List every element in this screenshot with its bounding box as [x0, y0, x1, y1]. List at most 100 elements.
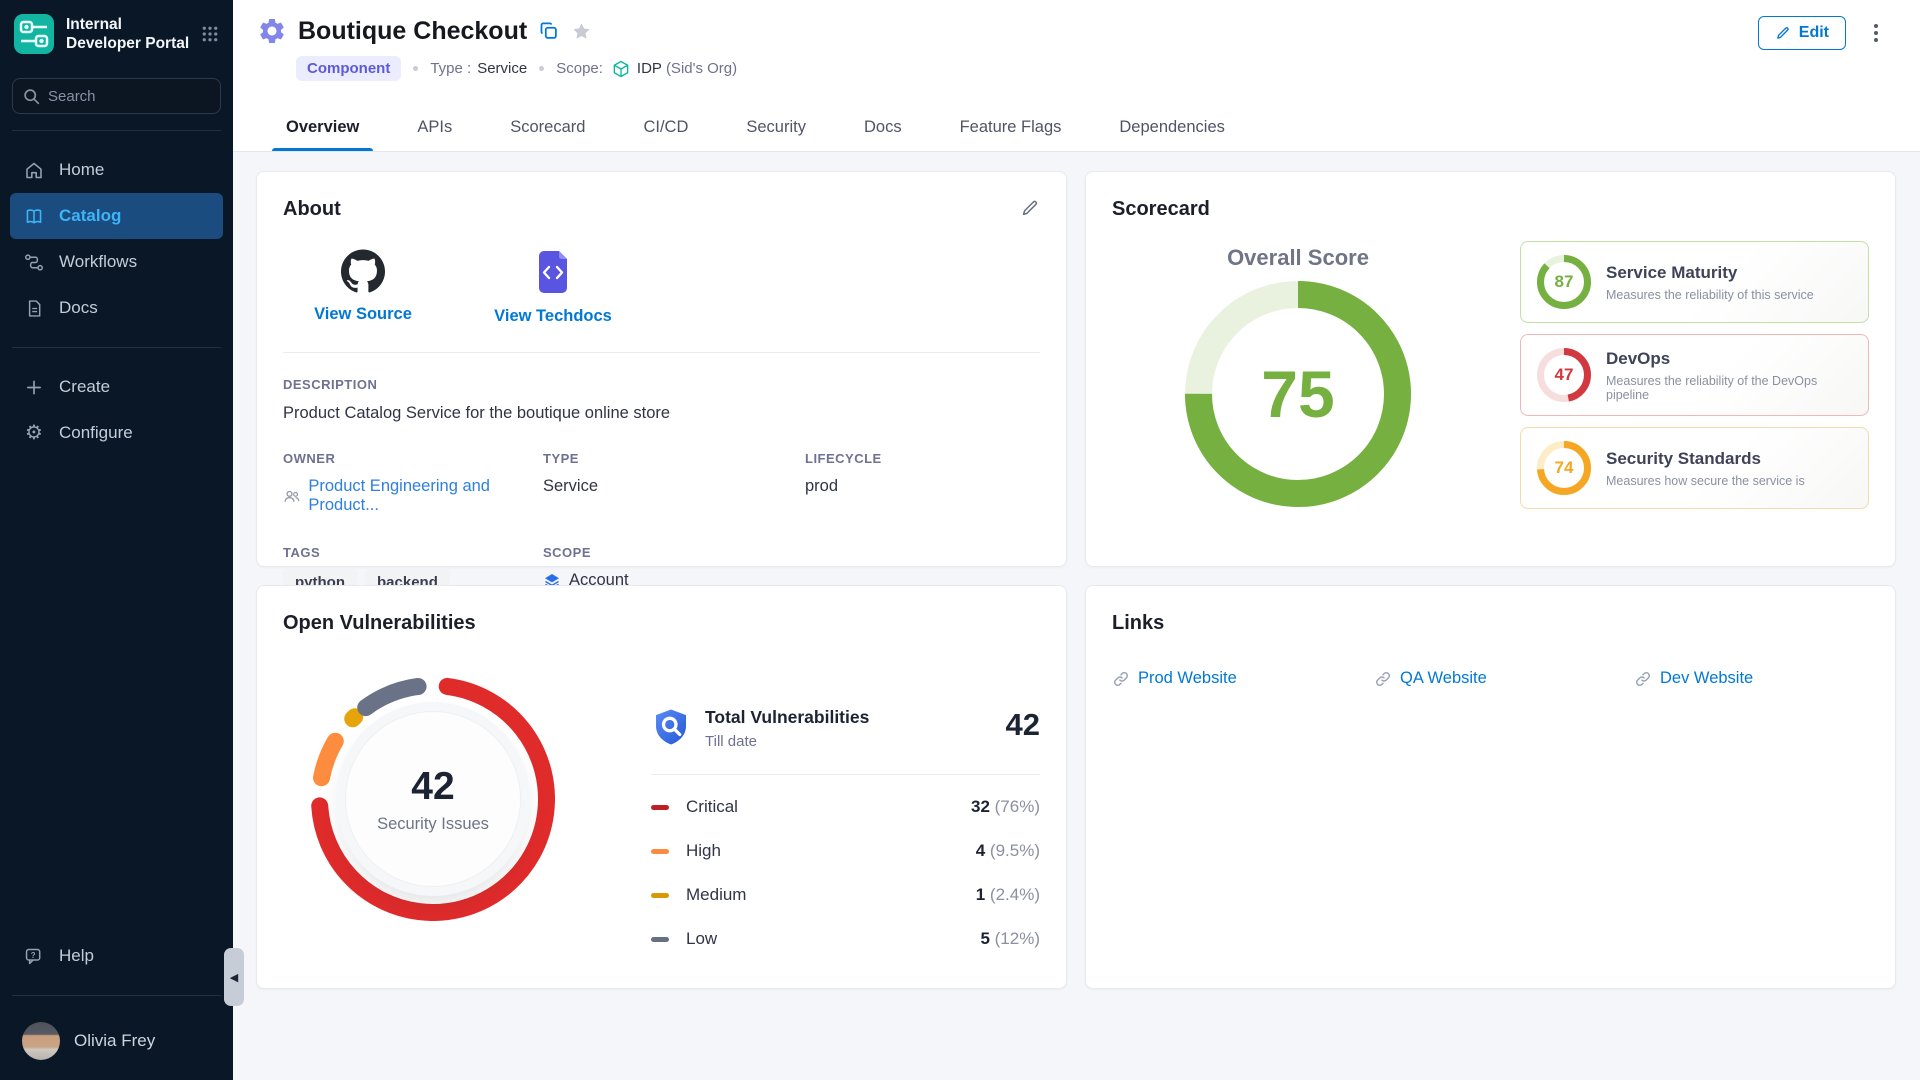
docs-icon [23, 298, 45, 319]
tab-security[interactable]: Security [740, 106, 812, 151]
vulnerabilities-donut-center: 42 Security Issues [345, 711, 521, 887]
grid-menu-icon[interactable] [199, 23, 221, 45]
gear-icon: ⚙ [23, 423, 45, 443]
scorecard-check-service-maturity[interactable]: 87 Service Maturity Measures the reliabi… [1520, 241, 1869, 323]
search-input[interactable] [48, 88, 198, 105]
check-donut: 74 [1537, 441, 1591, 495]
owner-field: OWNER Product Engineering and Product... [283, 451, 543, 515]
user-menu[interactable]: Olivia Frey [0, 1012, 233, 1066]
sidebar-item-help[interactable]: ? Help [10, 933, 223, 979]
overall-score-donut: 75 [1185, 281, 1411, 507]
tab-bar: Overview APIs Scorecard CI/CD Security D… [280, 106, 1231, 151]
severity-row-low: Low 5 (12%) [651, 917, 1040, 961]
scorecard-card: Scorecard Overall Score 75 87 [1085, 171, 1896, 567]
sidebar-item-docs[interactable]: Docs [10, 285, 223, 331]
component-gear-icon [257, 16, 287, 46]
page-header: Boutique Checkout Component Type : Servi… [233, 0, 1920, 152]
tab-docs[interactable]: Docs [858, 106, 908, 151]
check-desc: Measures the reliability of this service [1606, 288, 1814, 302]
tab-scorecard[interactable]: Scorecard [504, 106, 591, 151]
pencil-icon [1775, 25, 1791, 41]
link-dev-website[interactable]: Dev Website [1634, 669, 1869, 688]
severity-row-critical: Critical 32 (76%) [651, 785, 1040, 829]
severity-row-high: High 4 (9.5%) [651, 829, 1040, 873]
copy-icon[interactable] [538, 20, 560, 42]
description-label: DESCRIPTION [283, 377, 1040, 392]
tab-feature-flags[interactable]: Feature Flags [954, 106, 1068, 151]
check-donut: 87 [1537, 255, 1591, 309]
type-label: Type : [430, 60, 471, 77]
check-name: DevOps [1606, 349, 1852, 369]
scope-org: (Sid's Org) [666, 60, 737, 77]
check-name: Service Maturity [1606, 263, 1814, 283]
view-techdocs-link[interactable]: View Techdocs [487, 249, 619, 326]
scorecard-check-security-standards[interactable]: 74 Security Standards Measures how secur… [1520, 427, 1869, 509]
description-value: Product Catalog Service for the boutique… [283, 404, 1040, 423]
sidebar-divider [12, 995, 221, 996]
shield-search-icon [651, 707, 691, 747]
sidebar-item-configure[interactable]: ⚙ Configure [10, 410, 223, 456]
plus-icon [23, 377, 45, 398]
more-options-icon[interactable] [1870, 20, 1882, 46]
main-area: Boutique Checkout Component Type : Servi… [233, 0, 1920, 1080]
star-icon[interactable] [571, 21, 592, 42]
total-vulnerabilities-subtitle: Till date [705, 733, 869, 750]
overall-score: Overall Score 75 [1112, 225, 1484, 512]
low-dash-icon [651, 937, 669, 942]
sidebar: Internal Developer Portal Home Catalog [0, 0, 233, 1080]
catalog-icon [23, 206, 45, 227]
dot-separator [539, 66, 544, 71]
sidebar-search[interactable] [12, 78, 221, 114]
vulnerabilities-donut: 42 Security Issues [311, 677, 555, 921]
github-icon [341, 249, 385, 293]
sidebar-item-home[interactable]: Home [10, 147, 223, 193]
total-vulnerabilities-value: 42 [1006, 707, 1040, 743]
about-edit-icon[interactable] [1020, 198, 1040, 218]
scope-label: Scope: [556, 60, 603, 77]
app-title: Internal Developer Portal [66, 15, 189, 53]
total-vulnerabilities-row: Total Vulnerabilities Till date 42 [651, 707, 1040, 750]
about-divider [283, 352, 1040, 353]
sidebar-divider [12, 130, 221, 131]
app-logo-icon [12, 12, 56, 56]
link-icon [1374, 670, 1392, 688]
search-icon [23, 88, 40, 105]
view-source-link[interactable]: View Source [297, 249, 429, 326]
total-vulnerabilities-title: Total Vulnerabilities [705, 707, 869, 728]
sidebar-divider [12, 347, 221, 348]
cube-icon [611, 59, 631, 79]
link-prod-website[interactable]: Prod Website [1112, 669, 1374, 688]
vulnerabilities-title: Open Vulnerabilities [283, 612, 1040, 635]
link-qa-website[interactable]: QA Website [1374, 669, 1634, 688]
edit-button[interactable]: Edit [1758, 16, 1846, 50]
check-name: Security Standards [1606, 449, 1805, 469]
tab-overview[interactable]: Overview [280, 106, 365, 151]
sidebar-item-workflows[interactable]: Workflows [10, 239, 223, 285]
scorecard-title: Scorecard [1112, 198, 1869, 221]
about-title: About [283, 198, 1040, 221]
tab-apis[interactable]: APIs [411, 106, 458, 151]
tab-dependencies[interactable]: Dependencies [1113, 106, 1231, 151]
lifecycle-field: LIFECYCLE prod [805, 451, 1040, 515]
overall-score-value: 75 [1261, 356, 1334, 432]
sidebar-item-catalog[interactable]: Catalog [10, 193, 223, 239]
sidebar-item-create[interactable]: Create [10, 364, 223, 410]
link-icon [1112, 670, 1130, 688]
check-desc: Measures the reliability of the DevOps p… [1606, 374, 1852, 402]
about-card: About View Source [256, 171, 1067, 567]
dot-separator [413, 66, 418, 71]
links-card: Links Prod Website QA Website [1085, 585, 1896, 989]
scorecard-check-devops[interactable]: 47 DevOps Measures the reliability of th… [1520, 334, 1869, 416]
entity-meta-row: Component Type : Service Scope: IDP (Sid… [296, 56, 1920, 81]
owner-link[interactable]: Product Engineering and Product... [308, 477, 543, 515]
svg-text:?: ? [31, 950, 36, 959]
page-title: Boutique Checkout [298, 17, 527, 46]
scope-value: IDP [637, 60, 662, 77]
links-title: Links [1112, 612, 1869, 635]
techdocs-icon [533, 249, 573, 295]
critical-dash-icon [651, 805, 669, 810]
sidebar-collapse-handle[interactable]: ◀ [224, 948, 244, 1006]
tab-cicd[interactable]: CI/CD [637, 106, 694, 151]
type-field: TYPE Service [543, 451, 805, 515]
group-icon [283, 487, 300, 506]
